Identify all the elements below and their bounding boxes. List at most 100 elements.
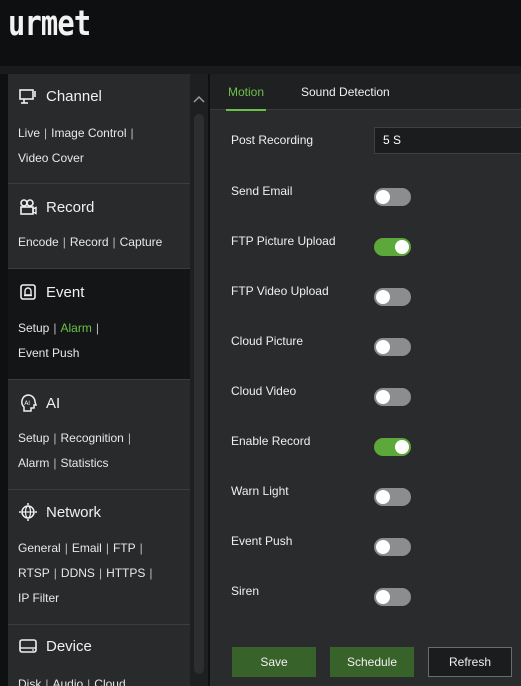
link-statistics[interactable]: Statistics: [60, 456, 108, 470]
link-ai-setup[interactable]: Setup: [18, 431, 49, 445]
enable-record-label: Enable Record: [231, 434, 311, 448]
ftp-picture-upload-label: FTP Picture Upload: [231, 234, 336, 248]
link-separator: |: [53, 456, 57, 470]
link-setup[interactable]: Setup: [18, 321, 49, 335]
sidebar-section-device: Device Disk | Audio | Cloud: [8, 625, 190, 686]
tab-bar: Motion Sound Detection: [210, 74, 521, 111]
link-separator: |: [53, 321, 57, 335]
svg-text:AI: AI: [24, 400, 30, 407]
ftp-video-upload-toggle[interactable]: [374, 288, 411, 306]
save-button[interactable]: Save: [232, 647, 316, 677]
link-live[interactable]: Live: [18, 126, 40, 140]
sidebar-heading-channel[interactable]: Channel: [18, 83, 102, 109]
link-https[interactable]: HTTPS: [106, 566, 145, 580]
sidebar-scrollbar[interactable]: [190, 74, 208, 686]
refresh-button[interactable]: Refresh: [428, 647, 512, 677]
warn-light-label: Warn Light: [231, 484, 289, 498]
schedule-button[interactable]: Schedule: [330, 647, 414, 677]
event-links: Setup | Alarm | Event Push: [18, 316, 188, 366]
link-record[interactable]: Record: [70, 235, 109, 249]
cloud-picture-toggle[interactable]: [374, 338, 411, 356]
warn-light-toggle[interactable]: [374, 488, 411, 506]
link-cloud[interactable]: Cloud: [94, 677, 125, 686]
sidebar-heading-record[interactable]: Record: [18, 194, 94, 220]
scrollbar-track[interactable]: [194, 114, 204, 674]
link-recognition[interactable]: Recognition: [60, 431, 123, 445]
tab-sound-detection[interactable]: Sound Detection: [301, 74, 390, 110]
header-divider: [0, 66, 521, 74]
toggle-knob: [376, 190, 390, 204]
event-push-toggle[interactable]: [374, 538, 411, 556]
post-recording-select[interactable]: 5 S: [374, 127, 521, 154]
channel-links: Live | Image Control | Video Cover: [18, 121, 188, 171]
toggle-knob: [376, 340, 390, 354]
siren-label: Siren: [231, 584, 260, 598]
sidebar-title-record: Record: [46, 198, 95, 216]
link-separator: |: [87, 677, 91, 686]
sidebar-heading-network[interactable]: Network: [18, 499, 101, 525]
link-separator: |: [53, 431, 57, 445]
top-header: urmet: [0, 0, 521, 66]
link-separator: |: [53, 566, 57, 580]
link-ip-filter[interactable]: IP Filter: [18, 591, 59, 605]
link-separator: |: [98, 566, 103, 580]
link-rtsp[interactable]: RTSP: [18, 566, 50, 580]
toggle-knob: [395, 240, 409, 254]
link-ftp[interactable]: FTP: [113, 541, 136, 555]
record-links: Encode | Record | Capture: [18, 230, 188, 255]
enable-record-toggle[interactable]: [374, 438, 411, 456]
sidebar-section-event: Event Setup | Alarm | Event Push: [8, 269, 190, 380]
link-image-control[interactable]: Image Control: [51, 126, 126, 140]
link-event-push[interactable]: Event Push: [18, 346, 79, 360]
settings-sidebar: Channel Live | Image Control | Video Cover …: [8, 74, 190, 686]
link-alarm[interactable]: Alarm: [60, 321, 91, 335]
link-video-cover[interactable]: Video Cover: [18, 151, 84, 165]
ai-links: Setup | Recognition | Alarm | Statistics: [18, 426, 188, 476]
link-separator: |: [127, 431, 131, 445]
toggle-knob: [376, 590, 390, 604]
hard-disk-icon: [18, 636, 38, 656]
link-email[interactable]: Email: [72, 541, 102, 555]
link-encode[interactable]: Encode: [18, 235, 59, 249]
sidebar-section-channel: Channel Live | Image Control | Video Cover: [8, 74, 190, 184]
sidebar-section-ai: AI AI Setup | Recognition | Alarm | Statistic…: [8, 380, 190, 490]
urmet-logo: urmet: [8, 4, 91, 44]
send-email-toggle[interactable]: [374, 188, 411, 206]
link-audio[interactable]: Audio: [52, 677, 83, 686]
ftp-video-upload-label: FTP Video Upload: [231, 284, 329, 298]
globe-icon: [18, 502, 38, 522]
sidebar-title-event: Event: [46, 283, 85, 301]
scroll-up-icon[interactable]: [193, 90, 205, 103]
sidebar-title-device: Device: [46, 637, 92, 655]
ai-head-icon: AI: [18, 393, 38, 413]
cloud-video-toggle[interactable]: [374, 388, 411, 406]
sidebar-heading-ai[interactable]: AI AI: [18, 390, 60, 416]
link-ai-alarm[interactable]: Alarm: [18, 456, 49, 470]
toggle-knob: [376, 390, 390, 404]
siren-toggle[interactable]: [374, 588, 411, 606]
link-separator: |: [64, 541, 68, 555]
monitor-icon: [18, 86, 38, 106]
link-separator: |: [62, 235, 66, 249]
link-separator: |: [130, 126, 134, 140]
link-capture[interactable]: Capture: [120, 235, 163, 249]
sidebar-heading-event[interactable]: Event: [18, 279, 84, 305]
link-separator: |: [112, 235, 116, 249]
sidebar-heading-device[interactable]: Device: [18, 633, 92, 659]
toggle-knob: [376, 290, 390, 304]
sidebar-section-record: Record Encode | Record | Capture: [8, 184, 190, 269]
send-email-label: Send Email: [231, 184, 293, 198]
link-general[interactable]: General: [18, 541, 61, 555]
alarm-bell-icon: [18, 282, 38, 302]
link-separator: |: [139, 541, 143, 555]
sidebar-title-channel: Channel: [46, 87, 102, 105]
toggle-knob: [395, 440, 409, 454]
link-separator: |: [45, 677, 49, 686]
cloud-video-label: Cloud Video: [231, 384, 297, 398]
toggle-knob: [376, 540, 390, 554]
cloud-picture-label: Cloud Picture: [231, 334, 304, 348]
tab-motion[interactable]: Motion: [225, 74, 267, 111]
link-disk[interactable]: Disk: [18, 677, 41, 686]
ftp-picture-upload-toggle[interactable]: [374, 238, 411, 256]
link-ddns[interactable]: DDNS: [61, 566, 95, 580]
